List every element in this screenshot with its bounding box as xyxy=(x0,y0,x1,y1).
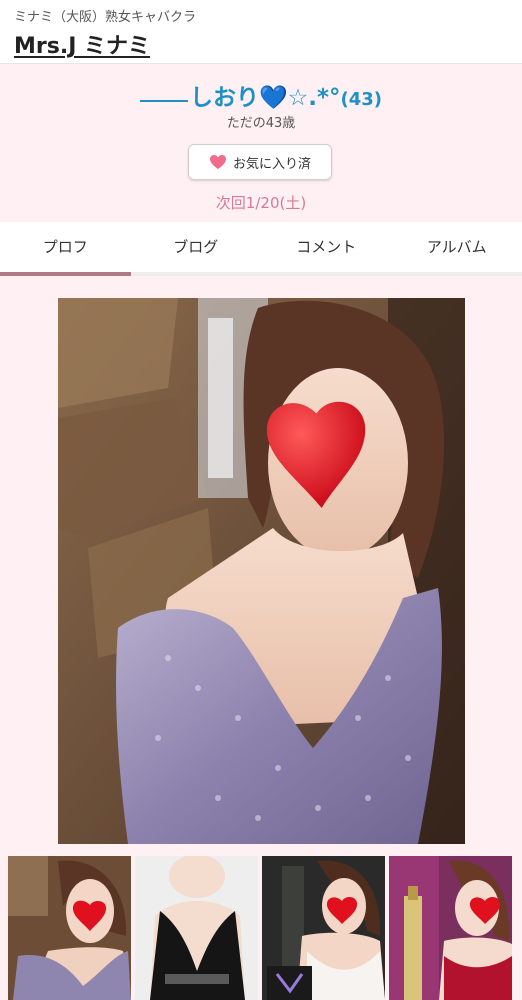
thumbnail-2[interactable] xyxy=(135,856,258,1000)
profile-header: しおり💙☆.*°(43) ただの43歳 お気に入り済 次回1/20(土) xyxy=(0,64,522,222)
heart-icon xyxy=(209,154,227,170)
thumbnail-3[interactable] xyxy=(262,856,385,1000)
tab-album[interactable]: アルバム xyxy=(392,222,522,272)
thumbnail-4[interactable] xyxy=(389,856,512,1000)
favorite-button[interactable]: お気に入り済 xyxy=(188,144,332,180)
cast-tagline: ただの43歳 xyxy=(226,116,296,131)
shop-category: ミナミ（大阪）熟女キャバクラ xyxy=(14,10,197,25)
name-underline-decoration xyxy=(139,100,188,102)
site-header: ミナミ（大阪）熟女キャバクラ Mrs.J ミナミ xyxy=(0,0,522,64)
profile-tabs: プロフ ブログ コメント アルバム xyxy=(0,222,522,276)
tab-comment[interactable]: コメント xyxy=(261,222,392,272)
cast-name: しおり💙☆.*° xyxy=(189,85,341,111)
photo-gallery xyxy=(0,276,522,1000)
cast-age: (43) xyxy=(340,89,383,110)
tab-profile[interactable]: プロフ xyxy=(0,222,131,276)
main-photo[interactable] xyxy=(58,298,465,844)
tab-blog[interactable]: ブログ xyxy=(131,222,262,272)
next-attendance: 次回1/20(土) xyxy=(215,194,307,212)
thumbnail-1[interactable] xyxy=(8,856,131,1000)
favorite-button-label: お気に入り済 xyxy=(232,156,311,172)
cast-name-line: しおり💙☆.*°(43) xyxy=(0,78,522,112)
shop-name-link[interactable]: Mrs.J ミナミ xyxy=(14,28,150,60)
thumbnail-strip xyxy=(8,856,514,1000)
